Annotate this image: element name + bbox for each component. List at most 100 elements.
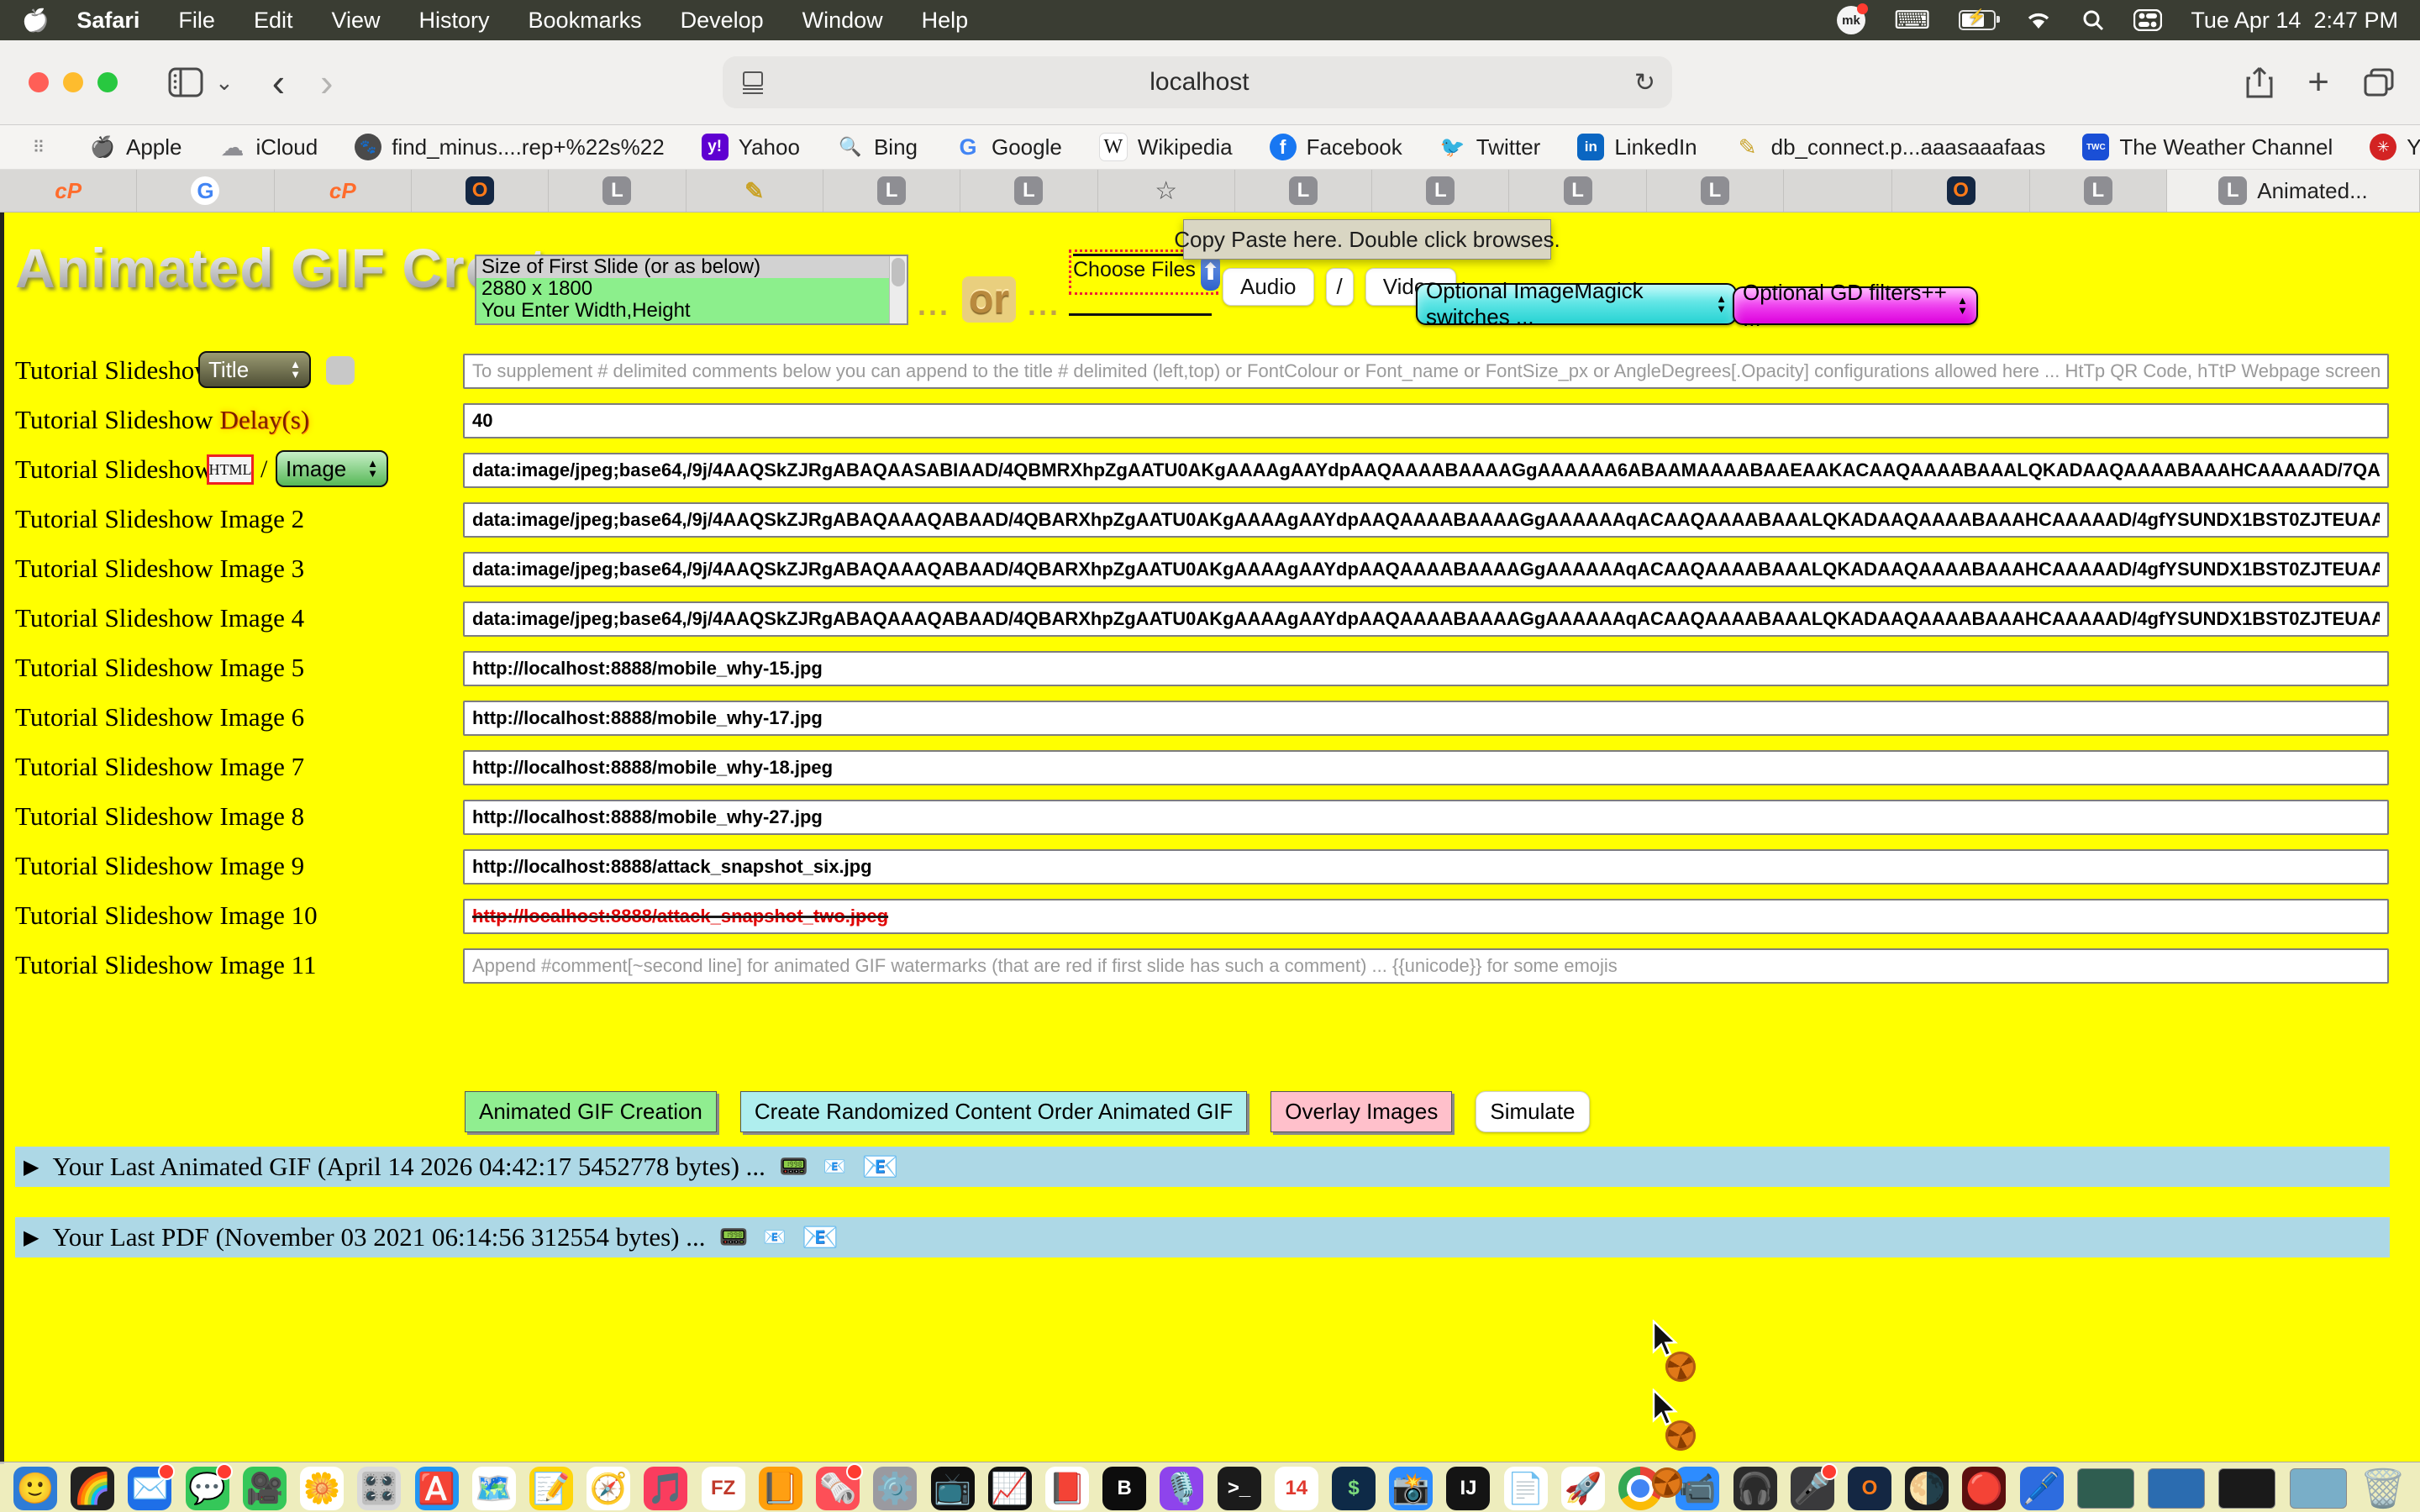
bookmark-wikipedia[interactable]: WWikipedia [1099, 133, 1233, 161]
share-icon[interactable] [2245, 66, 2274, 99]
dock-books-icon[interactable]: 📙 [759, 1467, 802, 1510]
image3-input[interactable] [463, 552, 2389, 587]
tab-site-l[interactable]: L [549, 170, 686, 212]
bookmark-facebook[interactable]: fFacebook [1270, 134, 1402, 160]
battery-icon[interactable]: ⚡ [1959, 10, 1996, 30]
menu-develop[interactable]: Develop [661, 8, 783, 34]
apple-menu-icon[interactable]: 🍎 [22, 8, 49, 34]
dock-red-app-icon[interactable]: 🔴 [1962, 1467, 2006, 1510]
tab-editor[interactable]: ✎ [687, 170, 823, 212]
animated-gif-creation-button[interactable]: Animated GIF Creation [465, 1091, 717, 1132]
minimize-window-button[interactable] [63, 72, 83, 92]
dock-opera-icon[interactable]: O [1848, 1467, 1891, 1510]
menubar-clock[interactable]: Tue Apr 14 2:47 PM [2191, 8, 2398, 34]
tab-site-l[interactable]: L [960, 170, 1097, 212]
back-button[interactable]: ‹ [272, 66, 285, 99]
image8-input[interactable] [463, 800, 2389, 835]
bookmark-linkedin[interactable]: inLinkedIn [1577, 134, 1697, 160]
bookmark-favorites-grid[interactable]: ⠿ [25, 134, 52, 160]
last-pdf-summary[interactable]: ▶ Your Last PDF (November 03 2021 06:14:… [15, 1217, 2390, 1257]
menu-bookmarks[interactable]: Bookmarks [509, 8, 661, 34]
dock-podcasts-icon[interactable]: 🎙️ [1160, 1467, 1203, 1510]
menu-window[interactable]: Window [783, 8, 902, 34]
tab-opera[interactable]: O [1892, 170, 2029, 212]
imagemagick-switches-select[interactable]: Optional ImageMagick switches ... ▲▼ [1416, 283, 1737, 325]
image7-input[interactable] [463, 750, 2389, 785]
forward-button[interactable]: › [320, 66, 333, 99]
dock-facetime-icon[interactable]: 🎥 [243, 1467, 287, 1510]
zoom-window-button[interactable] [97, 72, 118, 92]
dock-mail-icon[interactable]: ✉️ [128, 1467, 171, 1510]
close-window-button[interactable] [29, 72, 49, 92]
bookmark-find-minus[interactable]: 🐾find_minus....rep+%22s%22 [355, 134, 664, 160]
tab-opera[interactable]: O [412, 170, 549, 212]
tab-cpanel[interactable]: cP [0, 170, 137, 212]
tab-blank[interactable] [1784, 170, 1892, 212]
dock-mic-app-icon[interactable]: 🎤 [1791, 1467, 1834, 1510]
dock-notes-icon[interactable]: 📝 [529, 1467, 573, 1510]
dock-music-icon[interactable]: 🎵 [644, 1467, 687, 1510]
new-tab-icon[interactable]: + [2307, 70, 2329, 95]
image5-input[interactable] [463, 651, 2389, 686]
tab-site-l[interactable]: L [1647, 170, 1784, 212]
tab-site-l[interactable]: L [2030, 170, 2167, 212]
menu-view[interactable]: View [312, 8, 399, 34]
dock-minimized-window-blue[interactable] [2148, 1468, 2205, 1509]
menu-help[interactable]: Help [902, 8, 988, 34]
dock-tv-icon[interactable]: 📺 [931, 1467, 975, 1510]
dock-settings-icon[interactable]: ⚙️ [873, 1467, 917, 1510]
listbox-scrollbar[interactable] [889, 256, 907, 323]
randomized-gif-button[interactable]: Create Randomized Content Order Animated… [740, 1091, 1247, 1132]
audio-button[interactable]: Audio [1223, 268, 1314, 306]
dock-audio-app-icon[interactable]: 🎧 [1733, 1467, 1777, 1510]
image2-input[interactable] [463, 502, 2389, 538]
size-option-custom[interactable]: You Enter Width,Height [476, 300, 889, 322]
dock-stocks-icon[interactable]: 📈 [988, 1467, 1032, 1510]
menu-safari[interactable]: Safari [57, 8, 159, 34]
tab-site-l[interactable]: L [1372, 170, 1509, 212]
email-icon-small[interactable]: 📧 [823, 1156, 846, 1178]
title-select[interactable]: Title▲▼ [198, 351, 311, 388]
menu-file[interactable]: File [159, 8, 234, 34]
image-mode-select[interactable]: Image▲▼ [276, 450, 388, 487]
simulate-button[interactable]: Simulate [1476, 1091, 1589, 1132]
pager-icon[interactable]: 📟 [718, 1223, 748, 1252]
dock-pen-app-icon[interactable]: 🖊️ [2020, 1467, 2064, 1510]
dock-minimized-window-teal[interactable] [2290, 1468, 2347, 1509]
tab-site-l[interactable]: L [1235, 170, 1372, 212]
bookmark-bing[interactable]: 🔍Bing [837, 134, 918, 160]
image10-input[interactable] [463, 899, 2389, 934]
address-bar[interactable]: localhost ↻ [723, 56, 1672, 108]
trash-icon[interactable]: 🗑️ [2360, 1467, 2407, 1510]
disclosure-triangle-icon[interactable]: ▶ [24, 1155, 39, 1179]
menubar-app-icon[interactable]: mk [1837, 6, 1865, 34]
size-option-header[interactable]: Size of First Slide (or as below) [476, 256, 889, 278]
html-mode-button[interactable]: HTML [207, 454, 254, 485]
image4-input[interactable] [463, 601, 2389, 637]
sidebar-chevron-icon[interactable]: ⌄ [215, 70, 234, 96]
dock-siri-icon[interactable]: 🌈 [71, 1467, 114, 1510]
tab-site-l[interactable]: L [1509, 170, 1646, 212]
bookmark-yahoo[interactable]: y!Yahoo [702, 134, 800, 160]
wifi-icon[interactable] [2024, 9, 2053, 31]
tab-favorites[interactable]: ☆ [1098, 170, 1235, 212]
menu-edit[interactable]: Edit [234, 8, 313, 34]
dock-intellij-icon[interactable]: IJ [1446, 1467, 1490, 1510]
dock-launchpad-icon[interactable]: 🎛️ [357, 1467, 401, 1510]
keyboard-icon[interactable]: ⌨ [1894, 6, 1930, 35]
dock-dictionary-icon[interactable]: 📕 [1045, 1467, 1089, 1510]
dock-photo-booth-icon[interactable]: 📸 [1389, 1467, 1433, 1510]
dock-textedit-icon[interactable]: 📄 [1504, 1467, 1548, 1510]
bookmark-icloud[interactable]: ☁iCloud [219, 134, 318, 160]
gd-filters-select[interactable]: Optional GD filters++ ... ▲▼ [1733, 286, 1978, 325]
title-input[interactable] [463, 354, 2389, 389]
spotlight-icon[interactable] [2081, 8, 2105, 32]
dock-news-icon[interactable]: 🗞️ [816, 1467, 860, 1510]
bookmark-yelp[interactable]: ✳Yelp [2370, 134, 2420, 160]
tab-cpanel[interactable]: cP [275, 170, 412, 212]
dock-photos-icon[interactable]: 🌼 [300, 1467, 344, 1510]
dock-brave-icon[interactable]: B [1102, 1467, 1146, 1510]
bookmark-google[interactable]: GGoogle [955, 134, 1062, 160]
bookmark-apple[interactable]: 🍎Apple [89, 134, 182, 160]
pager-icon[interactable]: 📟 [779, 1152, 808, 1181]
